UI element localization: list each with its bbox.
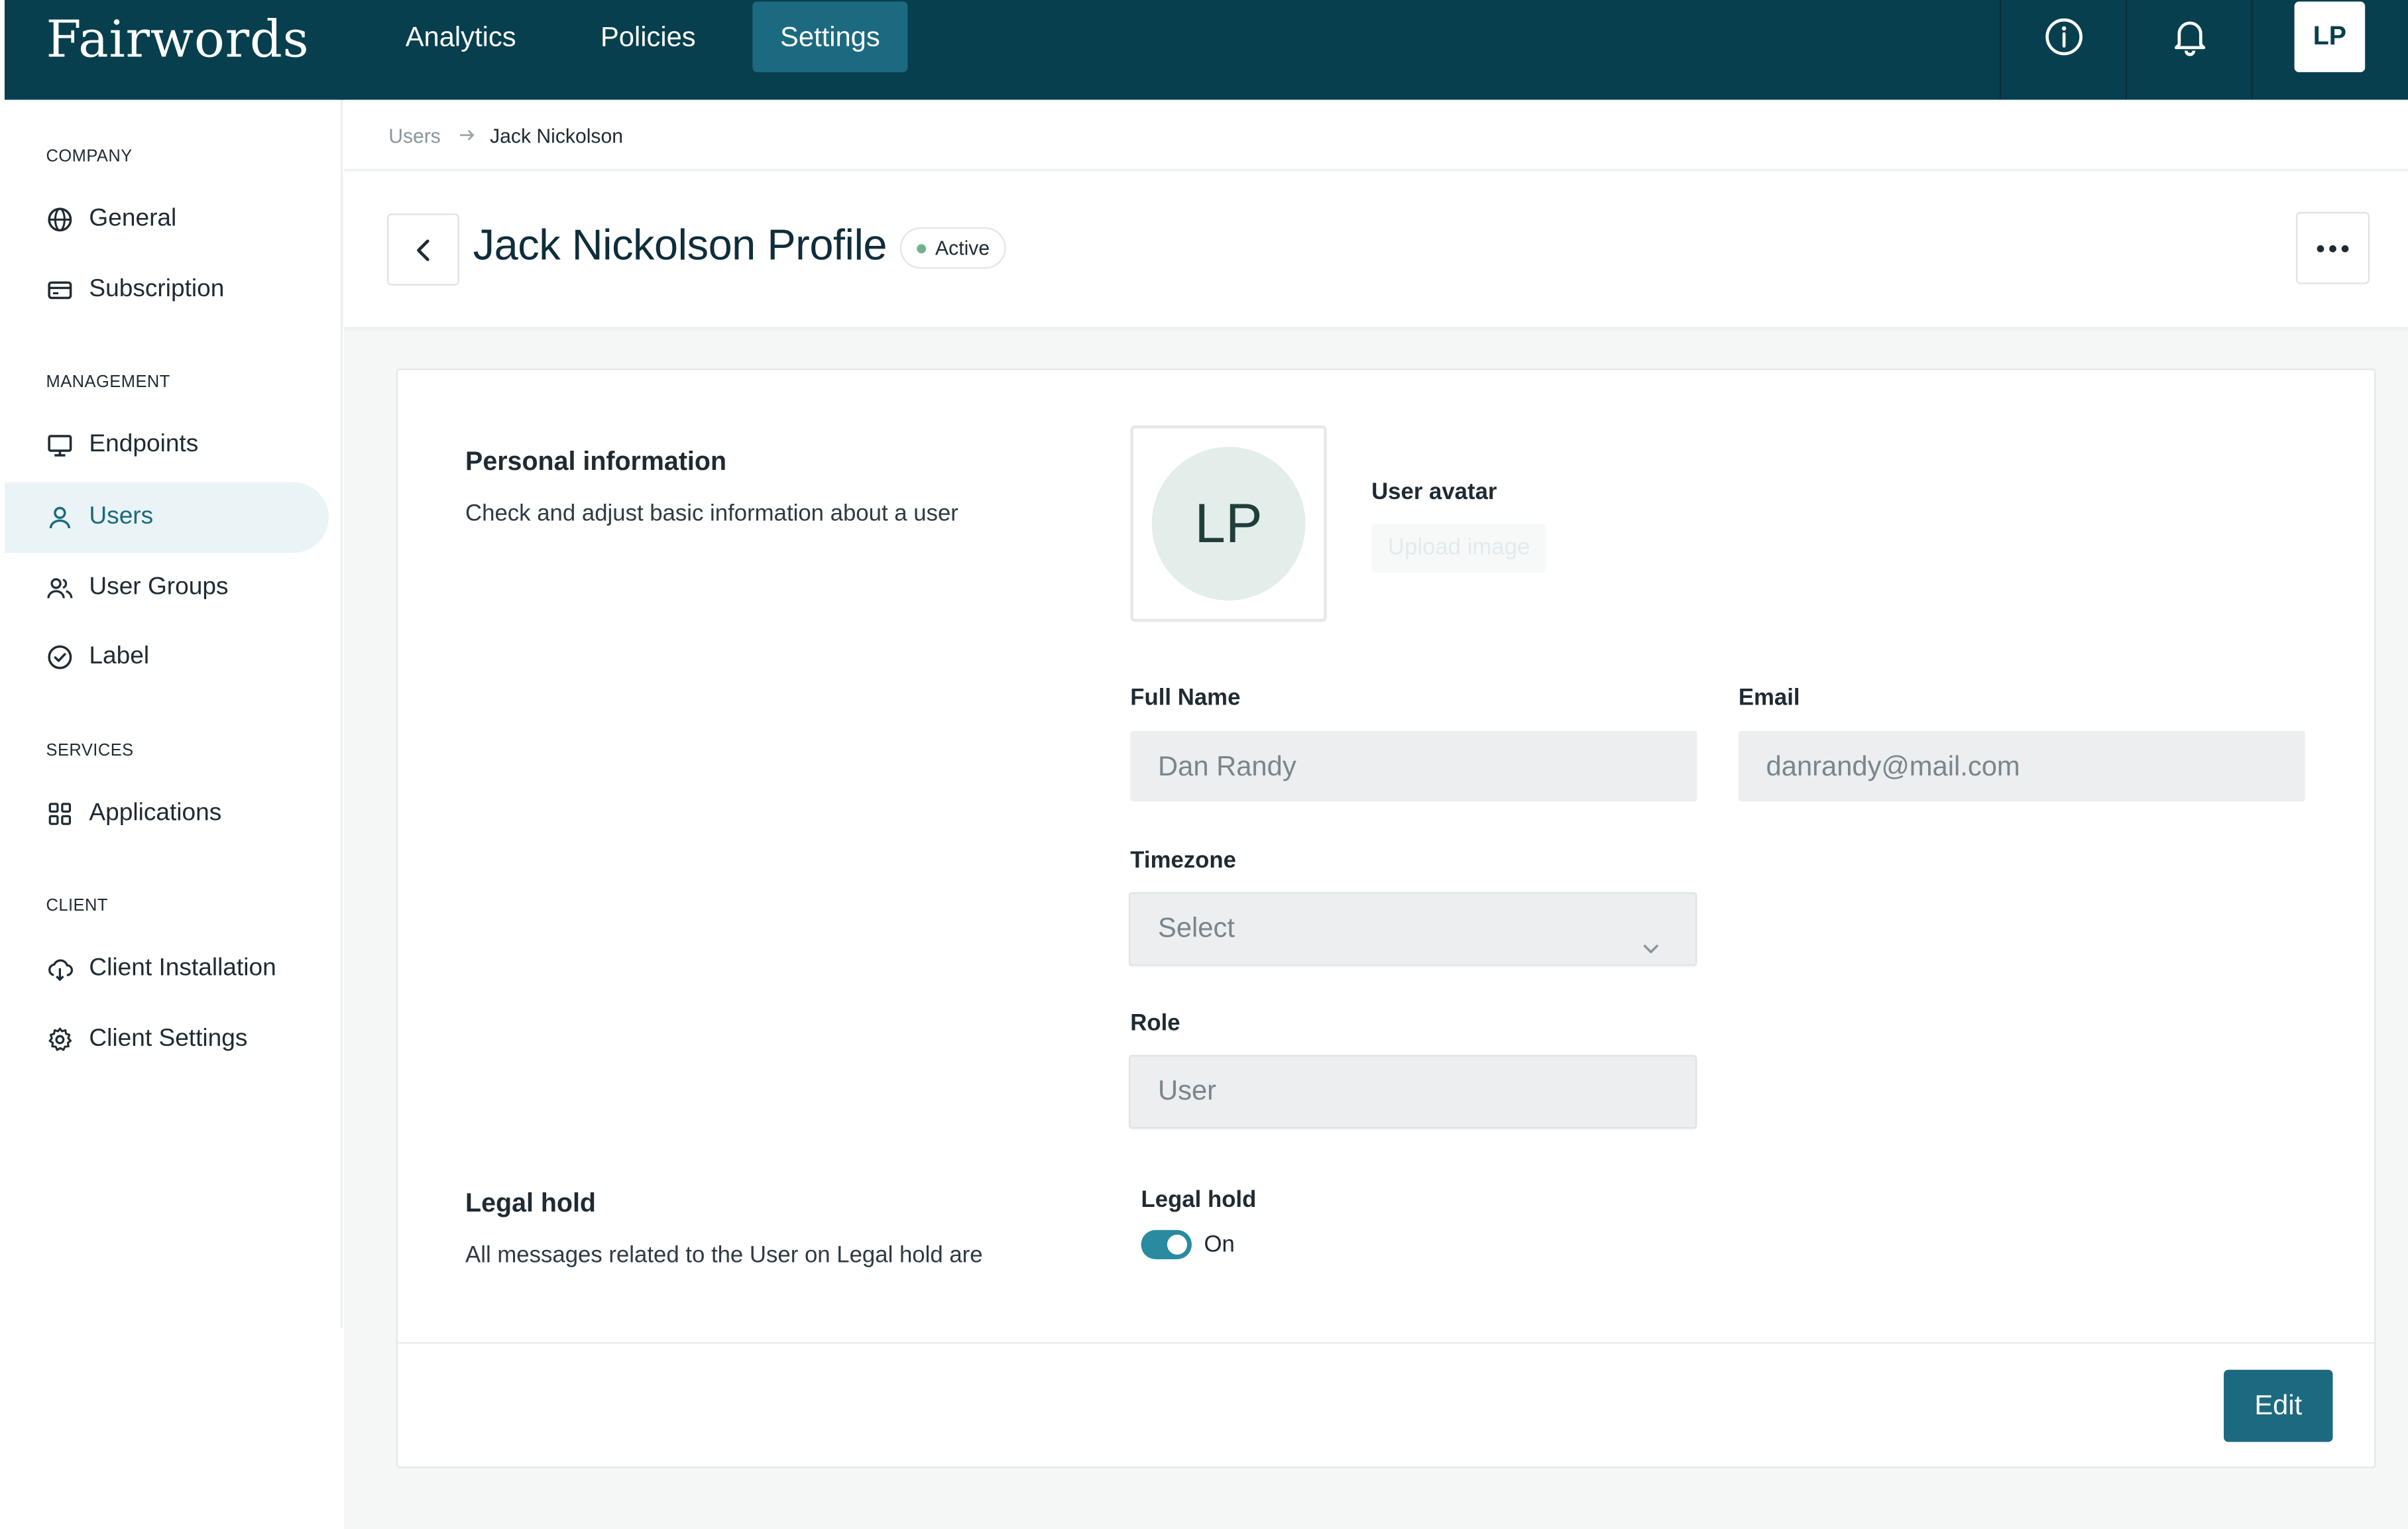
main-content: Users Jack Nickolson Jack Nickolson Prof… <box>344 99 2408 1529</box>
status-dot-icon <box>917 244 927 254</box>
edit-button[interactable]: Edit <box>2224 1369 2333 1442</box>
toggle-knob <box>1167 1234 1188 1255</box>
topbar-divider <box>1999 0 2002 100</box>
full-name-label: Full Name <box>1130 685 1241 711</box>
sidebar-item-users[interactable]: Users <box>4 482 329 553</box>
arrow-right-icon <box>457 125 476 152</box>
sidebar-item-label: Client Settings <box>89 1025 248 1052</box>
full-name-field[interactable]: Dan Randy <box>1130 730 1697 802</box>
card-divider <box>398 1342 2375 1344</box>
sidebar-item-label: General <box>89 205 177 232</box>
app-root: Fairwords Analytics Policies Settings LP… <box>0 0 2408 1529</box>
sidebar: COMPANY General Subscription MANAGEMENT … <box>4 99 343 1329</box>
info-icon[interactable] <box>2043 15 2086 58</box>
sidebar-item-endpoints[interactable]: Endpoints <box>5 410 329 481</box>
cloud-download-icon <box>46 955 74 983</box>
monitor-icon <box>46 431 74 459</box>
timezone-label: Timezone <box>1130 847 1236 874</box>
breadcrumb-current: Jack Nickolson <box>490 124 624 148</box>
sidebar-item-label: Endpoints <box>89 431 199 458</box>
sidebar-item-general[interactable]: General <box>5 184 329 255</box>
timezone-select-value: Select <box>1158 912 1235 943</box>
sidebar-item-label: User Groups <box>89 574 229 600</box>
sidebar-item-label: Client Installation <box>89 955 276 982</box>
profile-card: Personal information Check and adjust ba… <box>396 368 2376 1469</box>
personal-info-description: Check and adjust basic information about… <box>465 500 958 527</box>
chevron-down-icon <box>1640 917 1662 984</box>
more-options-button[interactable] <box>2295 211 2370 284</box>
legal-hold-title: Legal hold <box>465 1188 596 1218</box>
gear-icon <box>46 1026 74 1054</box>
credit-card-icon <box>46 276 74 304</box>
legal-hold-label: Legal hold <box>1141 1187 1257 1214</box>
role-field[interactable]: User <box>1128 1054 1697 1129</box>
back-button[interactable] <box>386 213 459 286</box>
breadcrumb-users-link[interactable]: Users <box>388 125 441 148</box>
sidebar-section-company: COMPANY <box>46 147 133 166</box>
nav-settings[interactable]: Settings <box>752 1 908 72</box>
sidebar-item-user-groups[interactable]: User Groups <box>5 553 329 624</box>
user-icon <box>46 504 74 532</box>
chevron-left-icon <box>416 239 429 260</box>
grid-icon <box>46 800 74 828</box>
upload-image-button[interactable]: Upload image <box>1371 524 1547 573</box>
nav-analytics[interactable]: Analytics <box>378 1 544 72</box>
timezone-select[interactable]: Select <box>1128 892 1697 966</box>
sidebar-item-label: Label <box>89 643 150 670</box>
role-label: Role <box>1130 1010 1180 1037</box>
more-horizontal-icon <box>2317 244 2349 252</box>
sidebar-item-label-nav[interactable]: Label <box>5 622 329 693</box>
nav-policies[interactable]: Policies <box>573 1 723 72</box>
check-circle-icon <box>46 644 74 671</box>
sidebar-item-client-installation[interactable]: Client Installation <box>5 934 329 1005</box>
breadcrumb: Users Jack Nickolson <box>344 99 2408 171</box>
sidebar-item-subscription[interactable]: Subscription <box>5 255 329 326</box>
user-avatar-button[interactable]: LP <box>2294 1 2366 72</box>
top-navbar: Fairwords Analytics Policies Settings LP <box>4 0 2408 100</box>
sidebar-item-label: Users <box>89 503 154 530</box>
bell-icon[interactable] <box>2169 15 2212 58</box>
email-label: Email <box>1738 685 1800 711</box>
sidebar-section-services: SERVICES <box>46 742 134 760</box>
personal-info-title: Personal information <box>465 447 727 477</box>
sidebar-item-label: Applications <box>89 800 222 826</box>
page-header: Jack Nickolson Profile Active <box>344 172 2408 327</box>
sidebar-item-applications[interactable]: Applications <box>5 779 329 850</box>
brand-logo[interactable]: Fairwords <box>46 9 310 69</box>
users-icon <box>46 575 74 602</box>
topbar-divider <box>2251 0 2254 100</box>
topbar-divider <box>2125 0 2128 100</box>
legal-hold-toggle-state: On <box>1204 1231 1235 1258</box>
sidebar-item-client-settings[interactable]: Client Settings <box>5 1004 329 1075</box>
status-badge-label: Active <box>935 236 990 260</box>
user-avatar-frame: LP <box>1130 425 1327 622</box>
status-badge: Active <box>899 227 1007 269</box>
globe-icon <box>46 205 74 233</box>
avatar: LP <box>1151 447 1306 600</box>
sidebar-section-client: CLIENT <box>46 897 108 915</box>
user-avatar-label: User avatar <box>1371 479 1497 506</box>
legal-hold-toggle[interactable] <box>1141 1229 1192 1259</box>
sidebar-section-management: MANAGEMENT <box>46 373 170 392</box>
page-title: Jack Nickolson Profile <box>473 221 888 269</box>
sidebar-item-label: Subscription <box>89 276 225 303</box>
legal-hold-description: All messages related to the User on Lega… <box>465 1242 983 1269</box>
email-field[interactable]: danrandy@mail.com <box>1738 730 2305 802</box>
